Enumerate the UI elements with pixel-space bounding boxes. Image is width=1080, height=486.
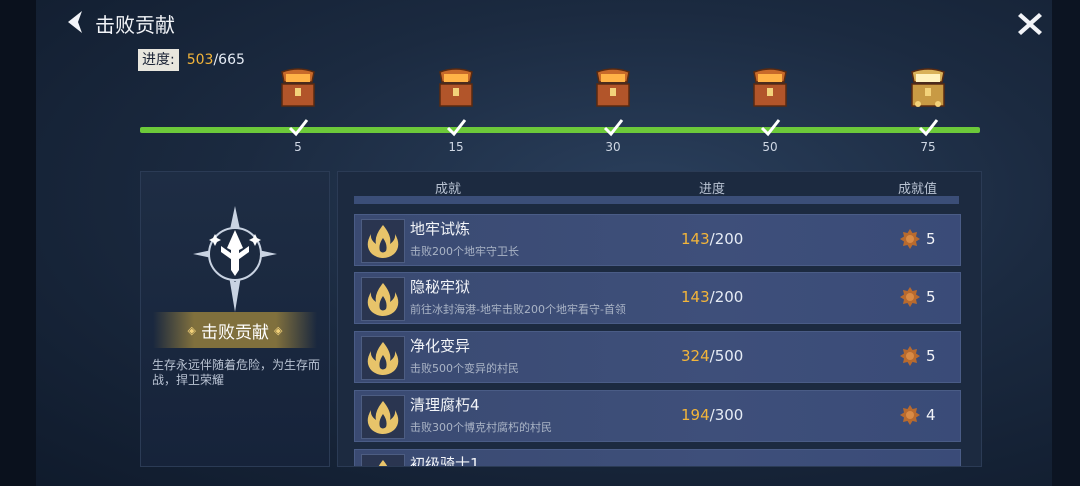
page-title: 击败贡献 bbox=[95, 13, 175, 37]
close-button[interactable] bbox=[1015, 9, 1045, 39]
gold-treasure-chest-icon[interactable] bbox=[906, 66, 950, 110]
flame-emblem-icon bbox=[361, 277, 405, 321]
progress-current: 143 bbox=[681, 288, 710, 306]
close-icon bbox=[1018, 13, 1042, 35]
achievement-point-icon bbox=[900, 346, 920, 366]
achievement-progress: 194/300 bbox=[681, 406, 743, 424]
checkmark-icon bbox=[602, 116, 624, 138]
screen-edge-right bbox=[1052, 0, 1080, 486]
flame-emblem-icon bbox=[361, 219, 405, 263]
progress-total: /200 bbox=[709, 288, 744, 306]
progress-current: 503 bbox=[186, 52, 214, 68]
checkmark-icon bbox=[287, 116, 309, 138]
checkmark-icon bbox=[917, 116, 939, 138]
column-header-points: 成就值 bbox=[898, 182, 938, 197]
milestone-value: 5 bbox=[294, 140, 302, 154]
milestone-value: 30 bbox=[605, 140, 621, 154]
achievement-title: 隐秘牢狱 bbox=[410, 278, 471, 296]
column-header-progress: 进度 bbox=[699, 182, 726, 197]
diamond-icon: ◈ bbox=[274, 323, 283, 337]
progress-label: 进度: bbox=[138, 49, 179, 71]
achievement-subtitle: 击败200个地牢守卫长 bbox=[410, 245, 519, 258]
category-description: 生存永远伴随着危险，为生存而战，捍卫荣耀 bbox=[152, 358, 321, 387]
treasure-chest-icon[interactable] bbox=[748, 66, 792, 110]
flame-emblem-icon bbox=[361, 395, 405, 439]
progress-total: /200 bbox=[709, 230, 744, 248]
progress-total: /300 bbox=[709, 406, 744, 424]
milestone-value: 50 bbox=[762, 140, 778, 154]
treasure-chest-icon[interactable] bbox=[591, 66, 635, 110]
achievement-points: 5 bbox=[926, 230, 936, 248]
achievement-row[interactable]: 初级骑士1 bbox=[354, 449, 961, 467]
achievement-progress: 324/500 bbox=[681, 347, 743, 365]
back-button[interactable] bbox=[62, 8, 90, 36]
achievement-title: 净化变异 bbox=[410, 337, 471, 355]
diamond-icon: ◈ bbox=[187, 323, 196, 337]
sword-compass-emblem-icon bbox=[191, 204, 279, 314]
achievement-title: 清理腐朽4 bbox=[410, 396, 480, 414]
milestone-value: 15 bbox=[448, 140, 464, 154]
total-progress: 进度: 503 /665 bbox=[138, 49, 245, 71]
checkmark-icon bbox=[759, 116, 781, 138]
achievement-row[interactable]: 地牢试炼击败200个地牢守卫长 143/200 5 bbox=[354, 214, 961, 266]
achievement-subtitle: 击败500个变异的村民 bbox=[410, 362, 519, 375]
achievement-progress: 143/200 bbox=[681, 230, 743, 248]
checkmark-icon bbox=[445, 116, 467, 138]
achievement-point-icon bbox=[900, 287, 920, 307]
achievement-title: 地牢试炼 bbox=[410, 220, 471, 238]
list-item-partial bbox=[354, 196, 959, 204]
achievement-list[interactable]: 成就 进度 成就值 地牢试炼 击败200个地牢守卫长 143/200 5 隐秘牢狱 前往冰… bbox=[337, 171, 982, 467]
category-banner: ◈ 击败贡献 ◈ bbox=[153, 312, 317, 348]
flame-emblem-icon bbox=[361, 336, 405, 380]
treasure-chest-icon[interactable] bbox=[276, 66, 320, 110]
flame-emblem-icon bbox=[361, 454, 405, 466]
achievement-row[interactable]: 隐秘牢狱前往冰封海港-地牢击败200个地牢看守-首领 143/200 5 bbox=[354, 272, 961, 324]
achievement-row[interactable]: 清理腐朽4 击败300个博克村腐朽的村民 194/300 4 bbox=[354, 390, 961, 442]
achievement-progress: 143/200 bbox=[681, 288, 743, 306]
treasure-chest-icon[interactable] bbox=[434, 66, 478, 110]
achievement-point-icon bbox=[900, 405, 920, 425]
achievement-points: 4 bbox=[926, 406, 936, 424]
achievement-subtitle: 前往冰封海港-地牢击败200个地牢看守-首领 bbox=[410, 303, 626, 316]
achievement-subtitle: 击败300个博克村腐朽的村民 bbox=[410, 421, 552, 434]
progress-total: /665 bbox=[213, 52, 245, 68]
progress-current: 324 bbox=[681, 347, 710, 365]
milestone-progress-bar bbox=[140, 127, 980, 133]
chevron-left-icon bbox=[68, 11, 82, 33]
achievement-title: 初级骑士1 bbox=[410, 455, 480, 467]
progress-total: /500 bbox=[709, 347, 744, 365]
achievement-points: 5 bbox=[926, 347, 936, 365]
category-name: 击败贡献 bbox=[201, 322, 269, 343]
milestone-value: 75 bbox=[920, 140, 936, 154]
screen-edge-left bbox=[0, 0, 36, 486]
category-panel: ◈ 击败贡献 ◈ 生存永远伴随着危险，为生存而战，捍卫荣耀 bbox=[140, 171, 330, 467]
achievement-row[interactable]: 净化变异击败500个变异的村民 324/500 5 bbox=[354, 331, 961, 383]
progress-current: 194 bbox=[681, 406, 710, 424]
progress-current: 143 bbox=[681, 230, 710, 248]
achievement-points: 5 bbox=[926, 288, 936, 306]
achievement-point-icon bbox=[900, 229, 920, 249]
column-header-achievement: 成就 bbox=[435, 182, 462, 197]
